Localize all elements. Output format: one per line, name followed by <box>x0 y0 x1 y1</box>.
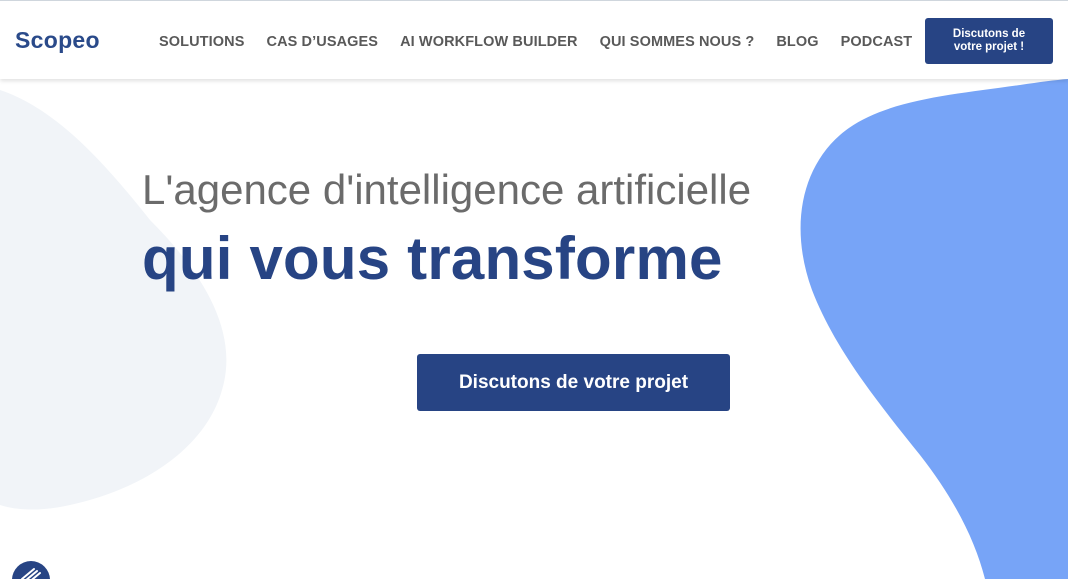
main-nav: SOLUTIONS CAS D’USAGES AI WORKFLOW BUILD… <box>159 34 934 50</box>
nav-item-ai-workflow-builder[interactable]: AI WORKFLOW BUILDER <box>400 34 578 50</box>
nav-item-solutions[interactable]: SOLUTIONS <box>159 34 245 50</box>
header-contact-line1: Discutons de <box>952 28 1026 40</box>
hero-subtitle: L'agence d'intelligence artificielle <box>142 166 752 213</box>
nav-item-blog[interactable]: BLOG <box>776 34 818 50</box>
hero-contact-button[interactable]: Discutons de votre projet <box>417 354 730 411</box>
right-blue-blob <box>800 79 1068 579</box>
header-contact-line2: votre projet ! <box>953 41 1025 53</box>
hero-title: qui vous transforme <box>142 225 723 292</box>
logo[interactable]: Scopeo <box>15 27 100 54</box>
nav-item-qui-sommes-nous[interactable]: QUI SOMMES NOUS ? <box>600 34 755 50</box>
left-light-blob <box>0 90 227 510</box>
page: Scopeo SOLUTIONS CAS D’USAGES AI WORKFLO… <box>0 0 1068 579</box>
nav-item-podcast[interactable]: PODCAST <box>841 34 913 50</box>
header-contact-label: Discutons de votre projet ! <box>953 28 1025 54</box>
nav-item-cas-usages[interactable]: CAS D’USAGES <box>267 34 379 50</box>
header-contact-button[interactable]: Discutons de votre projet ! <box>925 18 1053 64</box>
site-header: Scopeo SOLUTIONS CAS D’USAGES AI WORKFLO… <box>0 0 1068 79</box>
